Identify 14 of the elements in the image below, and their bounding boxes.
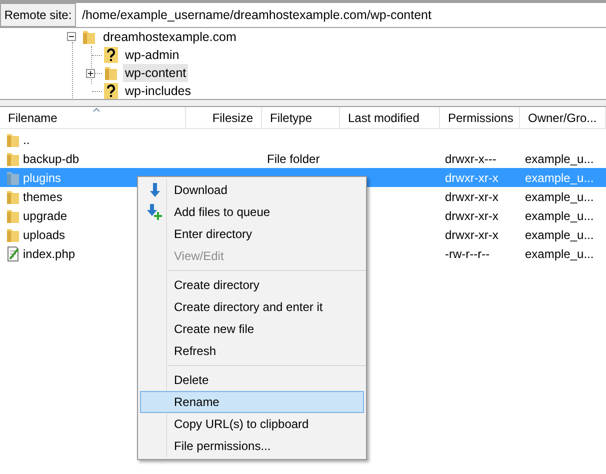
owner-group: example_u...	[525, 170, 594, 184]
owner-group: example_u...	[525, 152, 594, 166]
owner-group: example_u...	[525, 208, 594, 222]
permissions: -rw-r--r--	[445, 246, 490, 260]
permissions: drwxr-xr-x	[445, 190, 498, 204]
permissions: drwxr-xr-x	[445, 228, 498, 242]
permissions: drwxr-xr-x	[445, 170, 498, 184]
permissions: drwxr-xr-x	[445, 208, 498, 222]
file-type: File folder	[267, 152, 320, 166]
owner-group: example_u...	[525, 228, 594, 242]
permissions: drwxr-x---	[445, 152, 496, 166]
remote-site-label: Remote site:	[0, 3, 76, 27]
owner-group: example_u...	[525, 190, 594, 204]
owner-group: example_u...	[525, 246, 594, 260]
